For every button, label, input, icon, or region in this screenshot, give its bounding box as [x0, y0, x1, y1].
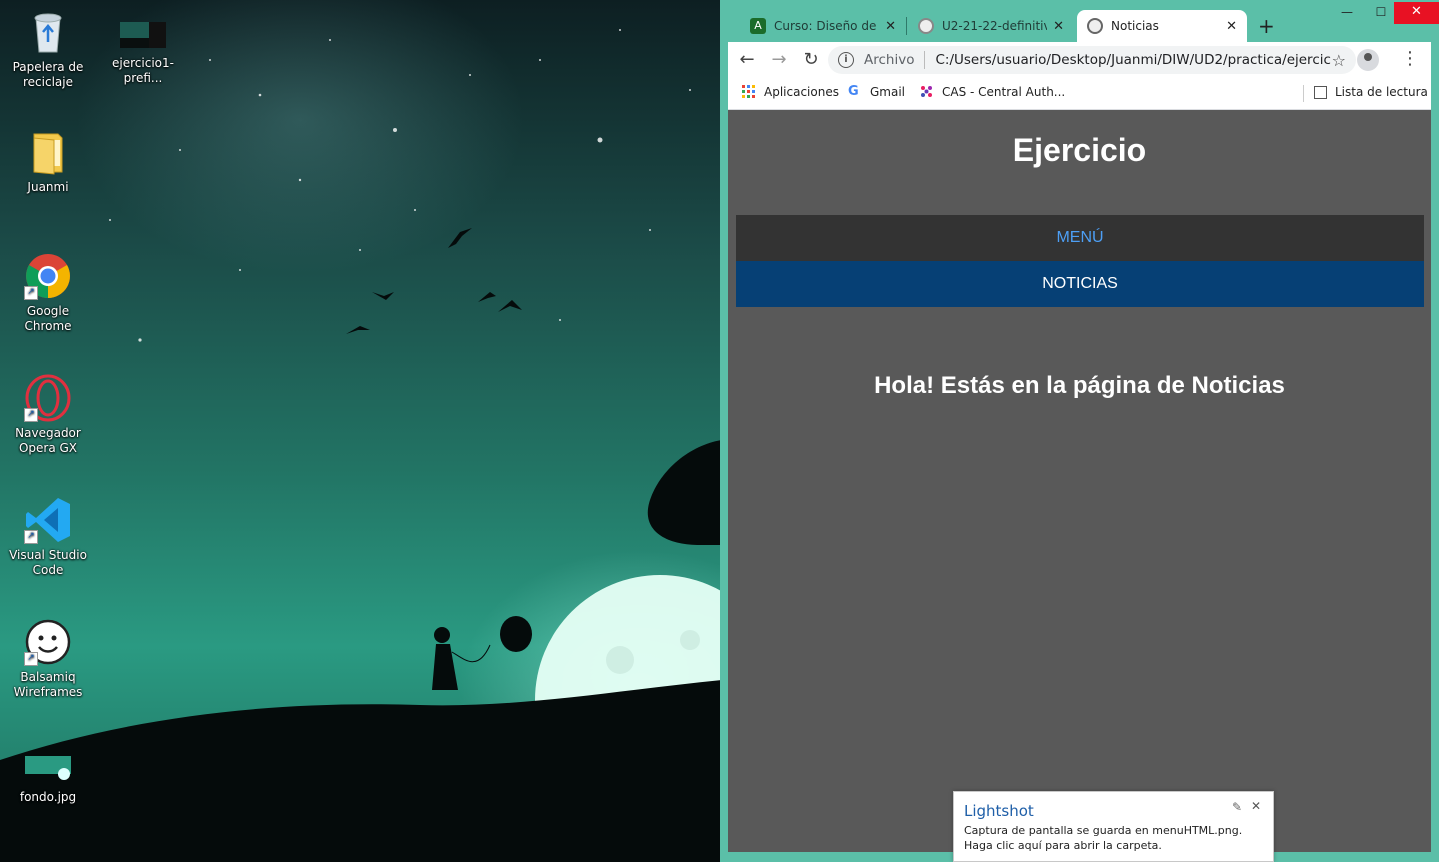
bookmark-star-icon[interactable]: ☆: [1332, 51, 1346, 70]
forward-arrow-icon[interactable]: →: [768, 49, 790, 71]
tab-close-icon[interactable]: ✕: [1226, 19, 1237, 34]
desktop-icon-label: ejercicio1-prefi...: [112, 56, 174, 85]
tab-title: Noticias: [1111, 19, 1159, 33]
desktop-icon-opera-gx[interactable]: ↗ Navegador Opera GX: [3, 374, 93, 456]
page-title: Ejercicio: [1012, 132, 1147, 168]
new-tab-button[interactable]: +: [1258, 14, 1275, 38]
tab-divider: [906, 17, 907, 35]
shortcut-arrow-icon: ↗: [24, 286, 38, 300]
desktop-icon-label: Navegador Opera GX: [15, 426, 81, 455]
opera-gx-icon: ↗: [24, 374, 72, 422]
shortcut-arrow-icon: ↗: [24, 652, 38, 666]
chrome-icon: ↗: [24, 252, 72, 300]
notification-body[interactable]: Captura de pantalla se guarda en menuHTM…: [964, 823, 1264, 853]
desktop-icon-label: Balsamiq Wireframes: [13, 670, 83, 699]
tab-title: U2-21-22-definitivo: [942, 19, 1048, 33]
more-menu-icon[interactable]: ⋮: [1401, 48, 1419, 70]
profile-avatar-icon[interactable]: [1357, 49, 1379, 71]
desktop-icon-balsamiq[interactable]: ↗ Balsamiq Wireframes: [3, 618, 93, 700]
tab-curso[interactable]: A Curso: Diseño de Inte ✕: [740, 10, 906, 42]
bookmark-cas[interactable]: CAS - Central Auth...: [920, 85, 1065, 99]
desktop-icon-juanmi[interactable]: Juanmi: [3, 128, 93, 195]
desktop-icon-google-chrome[interactable]: ↗ Google Chrome: [3, 252, 93, 334]
reading-list-button[interactable]: Lista de lectura: [1314, 85, 1428, 99]
balsamiq-icon: ↗: [24, 618, 72, 666]
vscode-icon: ↗: [24, 496, 72, 544]
image-thumbnail-icon: [119, 18, 167, 52]
bookmarks-divider: [1303, 85, 1304, 102]
globe-icon: [1087, 18, 1103, 34]
bookmark-label: Gmail: [870, 85, 906, 99]
maximize-button[interactable]: ☐: [1364, 2, 1398, 24]
browser-window: A Curso: Diseño de Inte ✕ U2-21-22-defin…: [720, 0, 1439, 862]
browser-toolbar: ← → ↻ i Archivo C:/Users/usuario/Desktop…: [728, 42, 1431, 78]
moodle-favicon-icon: A: [750, 18, 766, 34]
close-icon[interactable]: ✕: [1251, 799, 1261, 813]
google-icon: G: [848, 84, 859, 99]
bookmark-label: Aplicaciones: [764, 85, 839, 99]
globe-icon: [918, 18, 934, 34]
reload-icon[interactable]: ↻: [800, 49, 822, 71]
lightshot-notification[interactable]: Lightshot ✎ ✕ Captura de pantalla se gua…: [953, 791, 1274, 862]
url-text[interactable]: C:/Users/usuario/Desktop/Juanmi/DIW/UD2/…: [935, 52, 1331, 68]
tab-close-icon[interactable]: ✕: [1053, 19, 1064, 34]
reading-list-icon: [1314, 85, 1327, 99]
image-thumbnail-icon: [24, 752, 72, 786]
bookmark-aplicaciones[interactable]: Aplicaciones: [742, 85, 839, 99]
scheme-label: Archivo: [864, 52, 915, 68]
web-page: Ejercicio MENÚ NOTICIAS Hola! Estás en l…: [728, 110, 1431, 852]
cas-icon: [921, 86, 932, 97]
desktop-icon-ejercicio1[interactable]: ejercicio1-prefi...: [98, 18, 188, 86]
bookmark-gmail[interactable]: G Gmail: [848, 84, 906, 100]
shortcut-arrow-icon: ↗: [24, 408, 38, 422]
address-divider: [924, 51, 926, 69]
address-bar[interactable]: i Archivo C:/Users/usuario/Desktop/Juanm…: [828, 46, 1356, 74]
shortcut-arrow-icon: ↗: [24, 530, 38, 544]
close-window-button[interactable]: ✕: [1394, 2, 1439, 24]
desktop-icon-vscode[interactable]: ↗ Visual Studio Code: [3, 496, 93, 578]
back-arrow-icon[interactable]: ←: [736, 49, 758, 71]
desktop-icon-label: Visual Studio Code: [9, 548, 87, 577]
recycle-bin-icon: [24, 8, 72, 56]
tab-close-icon[interactable]: ✕: [885, 19, 896, 34]
info-icon[interactable]: i: [838, 52, 854, 68]
wallpaper-scene: [0, 29, 722, 862]
bookmarks-bar: Aplicaciones G Gmail CAS - Central Auth.…: [728, 78, 1431, 110]
tab-noticias[interactable]: Noticias ✕: [1077, 10, 1247, 42]
menu-link[interactable]: MENÚ: [736, 215, 1424, 261]
reading-list-label: Lista de lectura: [1335, 85, 1428, 99]
desktop-icon-label: Papelera de reciclaje: [12, 60, 84, 89]
tab-u2[interactable]: U2-21-22-definitivo ✕: [908, 10, 1074, 42]
desktop-wallpaper: Papelera de reciclaje ejercicio1-prefi..…: [0, 0, 722, 862]
noticias-link[interactable]: NOTICIAS: [736, 261, 1424, 307]
desktop-icon-recycle-bin[interactable]: Papelera de reciclaje: [3, 8, 93, 90]
pin-icon[interactable]: ✎: [1232, 800, 1242, 814]
desktop-icon-fondo[interactable]: fondo.jpg: [3, 752, 93, 805]
apps-grid-icon: [742, 85, 755, 98]
page-message: Hola! Estás en la página de Noticias: [874, 372, 1285, 399]
desktop-icon-label: Juanmi: [27, 180, 69, 194]
bookmark-label: CAS - Central Auth...: [942, 85, 1066, 99]
tab-title: Curso: Diseño de Inte: [774, 19, 879, 33]
desktop-icon-label: fondo.jpg: [19, 790, 77, 804]
folder-icon: [24, 128, 72, 176]
notification-title: Lightshot: [964, 802, 1034, 820]
desktop-icon-label: Google Chrome: [24, 304, 72, 333]
minimize-button[interactable]: —: [1330, 2, 1364, 24]
tab-strip: A Curso: Diseño de Inte ✕ U2-21-22-defin…: [720, 0, 1439, 42]
